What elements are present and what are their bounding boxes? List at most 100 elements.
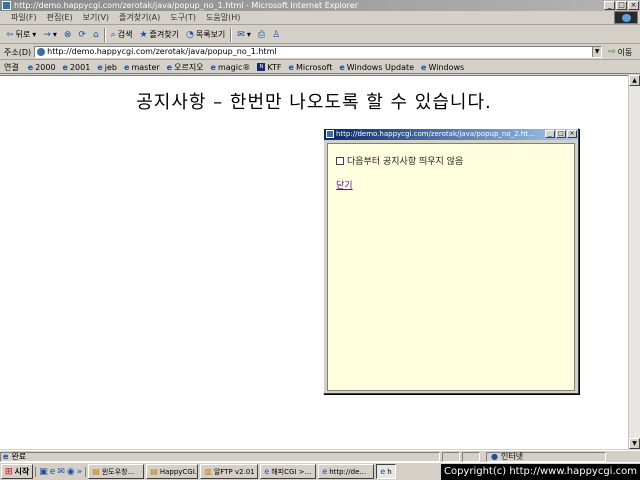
- menu-favorites[interactable]: 즐겨찾기(A): [114, 12, 165, 23]
- close-button[interactable]: ×: [628, 1, 639, 10]
- link-orgio[interactable]: e 오르지오: [167, 62, 204, 73]
- media-icon[interactable]: ◉: [67, 467, 75, 477]
- page-icon: [37, 48, 46, 56]
- task-button[interactable]: e http://de...: [318, 464, 375, 479]
- link-2001[interactable]: e 2001: [63, 63, 91, 72]
- refresh-button[interactable]: ⟳: [76, 27, 88, 43]
- vertical-scrollbar[interactable]: ▲ ▼: [628, 75, 640, 449]
- task-button[interactable]: ▤ HappyCGI...: [146, 464, 199, 479]
- ie-page-icon: e: [380, 467, 386, 476]
- ie-page-icon: e: [210, 62, 216, 72]
- scroll-down-button[interactable]: ▼: [629, 438, 640, 449]
- link-label: magic®: [217, 62, 251, 72]
- ie-page-icon: e: [166, 62, 173, 72]
- task-label: 윈도우창...: [101, 467, 135, 476]
- ktf-icon: N: [257, 63, 266, 71]
- link-microsoft[interactable]: e Microsoft: [289, 63, 333, 72]
- task-button[interactable]: e 해피CGI >...: [260, 464, 317, 479]
- more-icon[interactable]: »: [77, 467, 83, 477]
- chevron-down-icon: ▾: [52, 30, 57, 39]
- status-pane-empty: [462, 451, 480, 462]
- go-label: 이동: [617, 47, 633, 57]
- address-input[interactable]: http://demo.happycgi.com/zerotak/java/po…: [34, 46, 603, 58]
- menu-help[interactable]: 도움말(H): [201, 12, 245, 23]
- back-label: 뒤로: [15, 30, 31, 39]
- home-icon: ⌂: [92, 29, 99, 40]
- ie-page-icon: e: [97, 62, 103, 72]
- menu-view[interactable]: 보기(V): [78, 12, 114, 23]
- start-button[interactable]: ⊞ 시작: [1, 464, 34, 479]
- history-label: 목록보기: [195, 30, 226, 39]
- link-label: Microsoft: [295, 62, 333, 72]
- ie-page-icon: e: [27, 62, 34, 72]
- folder-icon: ▤: [92, 467, 100, 476]
- toolbar-separator: [230, 27, 233, 42]
- windows-logo-icon: ⊞: [5, 466, 13, 477]
- notice-popup-window: http://demo.happycgi.com/zerotak/java/po…: [323, 128, 579, 394]
- minimize-button[interactable]: _: [604, 1, 615, 10]
- search-icon: ⌕: [110, 29, 116, 40]
- chevron-down-icon: ▾: [246, 30, 251, 39]
- print-button[interactable]: ⎙: [256, 27, 267, 43]
- favorites-button[interactable]: ★ 즐겨찾기: [137, 27, 181, 43]
- menu-bar: 파일(F) 편집(E) 보기(V) 즐겨찾기(A) 도구(T) 도움말(H): [0, 11, 640, 25]
- popup-minimize-button[interactable]: _: [545, 130, 555, 138]
- popup-maximize-button[interactable]: □: [556, 130, 566, 138]
- address-dropdown-button[interactable]: ▼: [592, 47, 602, 57]
- ie-page-icon: e: [421, 62, 427, 72]
- go-arrow-icon: ⇨: [608, 47, 616, 57]
- outlook-icon[interactable]: ✉: [57, 467, 65, 477]
- status-text: 완료: [11, 452, 27, 461]
- address-bar: 주소(D) http://demo.happycgi.com/zerotak/j…: [0, 45, 640, 60]
- search-label: 검색: [117, 30, 133, 39]
- mail-button[interactable]: ✉ ▾: [235, 27, 253, 43]
- close-link[interactable]: 닫기: [336, 178, 353, 191]
- link-jeb[interactable]: e jeb: [97, 63, 117, 72]
- ie-page-icon: e: [124, 62, 130, 72]
- dont-show-again-row: 다음부터 공지사항 띄우지 않음: [336, 154, 463, 167]
- search-button[interactable]: ⌕ 검색: [109, 27, 135, 43]
- link-2000[interactable]: e 2000: [28, 63, 56, 72]
- zone-label: 인터넷: [500, 452, 524, 461]
- popup-close-button[interactable]: ×: [567, 130, 577, 138]
- task-button-active[interactable]: eh: [376, 464, 397, 479]
- ie-quicklaunch-icon[interactable]: e: [50, 467, 56, 477]
- ie-page-icon: e: [288, 62, 294, 72]
- go-button[interactable]: ⇨ 이동: [608, 47, 632, 58]
- link-windows[interactable]: e Windows: [421, 63, 464, 72]
- popup-title-bar[interactable]: http://demo.happycgi.com/zerotak/java/po…: [324, 129, 578, 140]
- task-label: HappyCGI...: [159, 467, 199, 476]
- link-windows-update[interactable]: e Windows Update: [339, 63, 414, 72]
- browser-title-bar: http://demo.happycgi.com/zerotak/java/po…: [0, 0, 640, 11]
- stop-button[interactable]: ⊗: [62, 27, 74, 43]
- link-magic[interactable]: e magic®: [211, 63, 251, 72]
- show-desktop-icon[interactable]: ▣: [39, 467, 48, 477]
- history-icon: ◔: [185, 29, 194, 40]
- home-button[interactable]: ⌂: [91, 27, 101, 43]
- menu-edit[interactable]: 편집(E): [42, 12, 78, 23]
- menu-file[interactable]: 파일(F): [6, 12, 42, 23]
- history-button[interactable]: ◔ 목록보기: [184, 27, 227, 43]
- scroll-up-button[interactable]: ▲: [629, 75, 640, 86]
- maximize-button[interactable]: □: [616, 1, 627, 10]
- print-icon: ⎙: [257, 29, 266, 40]
- refresh-icon: ⟳: [78, 29, 86, 40]
- start-label: 시작: [14, 467, 30, 476]
- address-url: http://demo.happycgi.com/zerotak/java/po…: [47, 47, 277, 56]
- task-button[interactable]: ▤ 윈도우창...: [88, 464, 145, 479]
- links-label: 연결: [4, 62, 19, 72]
- standard-toolbar: ⇦ 뒤로 ▾ → ▾ ⊗ ⟳ ⌂ ⌕ 검색 ★ 즐겨찾기 ◔ 목록보기 ✉ ▾ …: [0, 26, 640, 44]
- ftp-icon: ▥: [204, 467, 212, 476]
- browser-title: http://demo.happycgi.com/zerotak/java/po…: [14, 1, 358, 10]
- link-label: Windows: [428, 62, 465, 72]
- windows-logo-throbber: [614, 11, 638, 24]
- back-button[interactable]: ⇦ 뒤로 ▾: [4, 27, 38, 43]
- forward-button[interactable]: → ▾: [41, 27, 59, 43]
- dont-show-again-checkbox[interactable]: [336, 156, 344, 165]
- menu-tools[interactable]: 도구(T): [165, 12, 201, 23]
- link-ktf[interactable]: N KTF: [257, 63, 282, 72]
- task-button[interactable]: ▥ 알FTP v2.01: [200, 464, 259, 479]
- copyright-banner: Copyright(c) http://www.happycgi.com: [440, 464, 640, 480]
- messenger-button[interactable]: ♙: [270, 27, 282, 43]
- link-master[interactable]: e master: [124, 63, 160, 72]
